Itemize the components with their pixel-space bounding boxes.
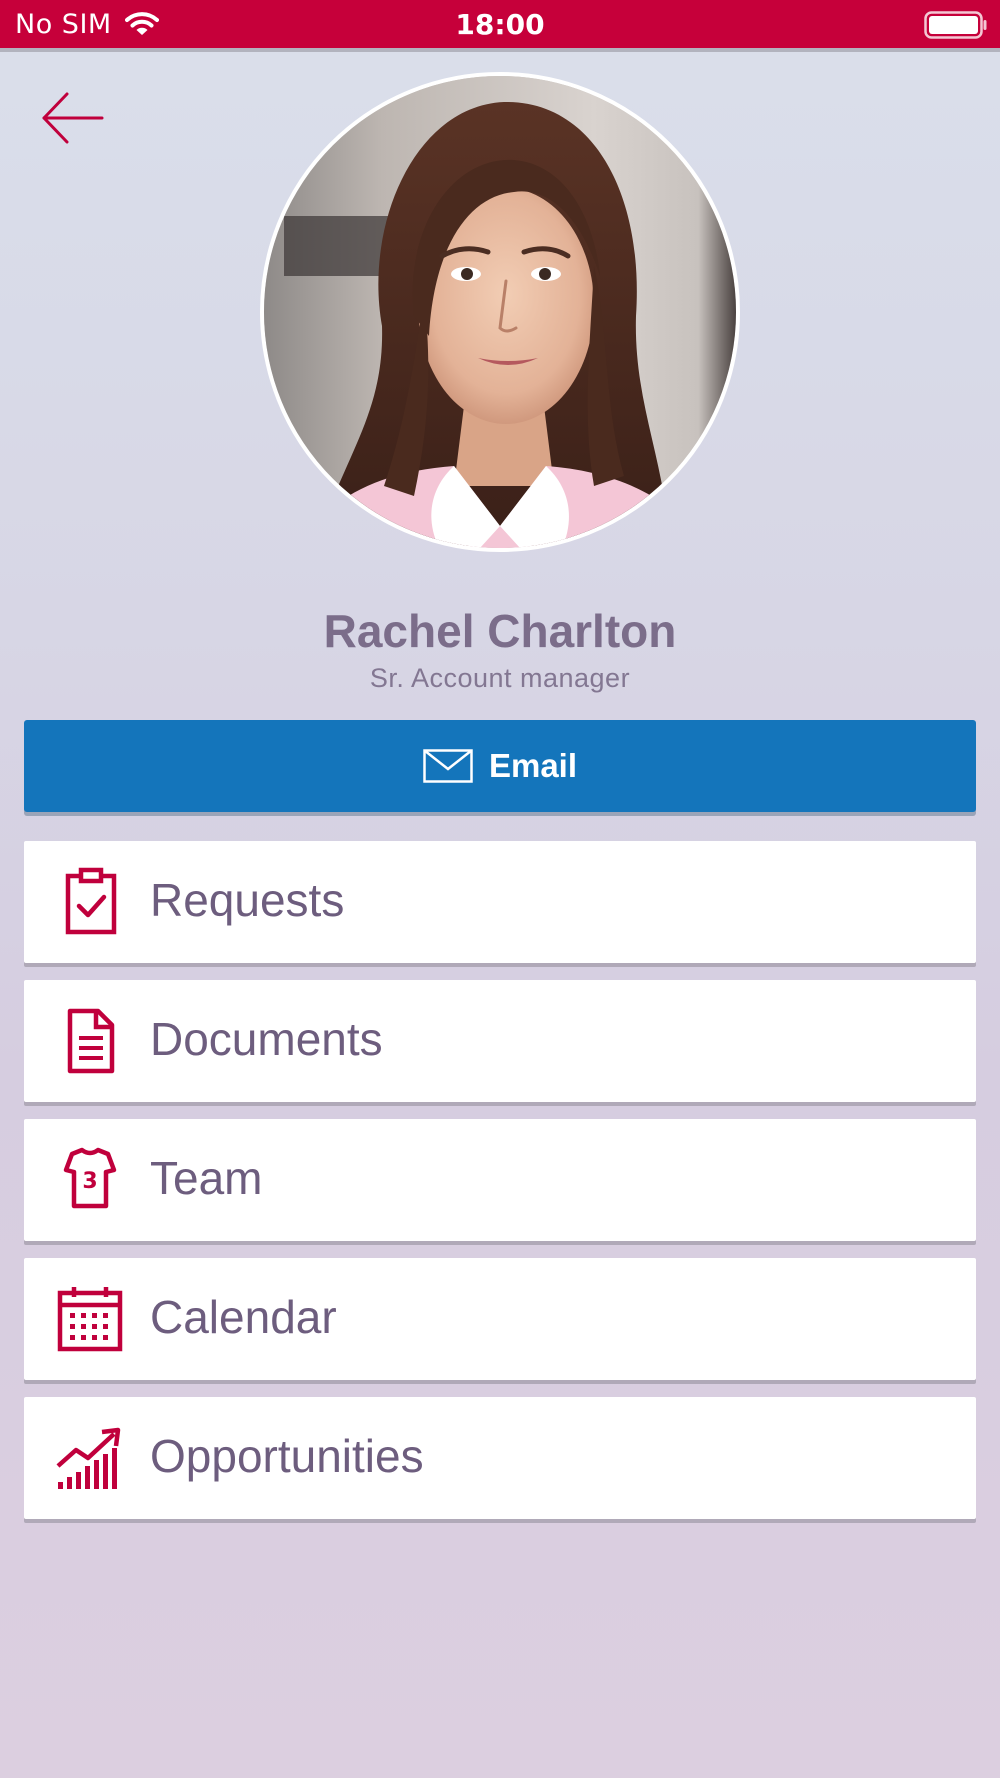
profile-photo <box>264 76 736 548</box>
arrow-left-icon <box>42 92 104 144</box>
email-button[interactable]: Email <box>24 720 976 812</box>
menu-item-team[interactable]: 3 Team <box>24 1119 976 1241</box>
avatar <box>260 72 740 552</box>
menu-item-label: Opportunities <box>150 1430 424 1482</box>
menu-item-label: Requests <box>150 874 345 926</box>
menu-item-label: Calendar <box>150 1291 337 1343</box>
menu-item-calendar[interactable]: Calendar <box>24 1258 976 1380</box>
profile-job-title: Sr. Account manager <box>369 663 631 693</box>
mail-icon <box>423 749 473 783</box>
menu-item-requests[interactable]: Requests <box>24 841 976 963</box>
clipboard-check-icon <box>65 867 117 935</box>
menu-item-documents[interactable]: Documents <box>24 980 976 1102</box>
back-button[interactable] <box>40 90 106 146</box>
email-button-label: Email <box>488 747 578 784</box>
document-icon <box>67 1008 115 1074</box>
svg-text:3: 3 <box>82 1169 97 1194</box>
status-bar-divider <box>0 48 1000 52</box>
calendar-icon <box>57 1287 123 1352</box>
menu-item-opportunities[interactable]: Opportunities <box>24 1397 976 1519</box>
profile-name: Rachel Charlton <box>323 605 677 657</box>
trend-up-chart-icon <box>56 1427 121 1489</box>
jersey-icon: 3 <box>63 1147 117 1209</box>
status-time: 18:00 <box>455 8 545 41</box>
battery-icon <box>924 11 988 43</box>
menu-item-label: Documents <box>150 1013 383 1065</box>
status-bar: No SIM 18:00 <box>0 0 1000 48</box>
menu-item-label: Team <box>150 1152 263 1204</box>
